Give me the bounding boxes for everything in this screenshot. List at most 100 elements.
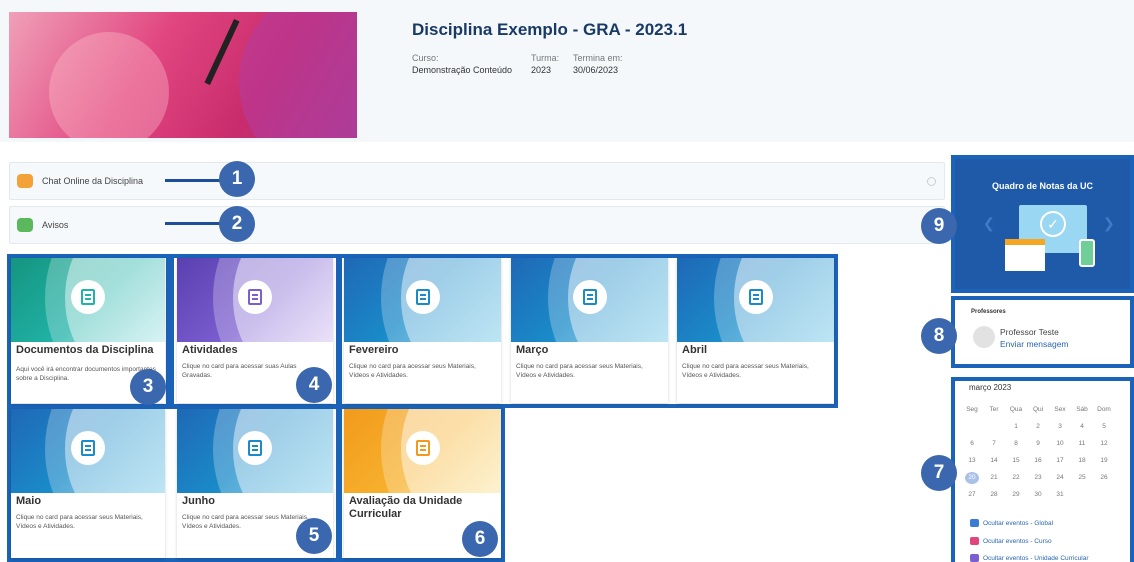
calendar-day[interactable]: 5 xyxy=(1093,418,1115,435)
calendar-day[interactable] xyxy=(983,418,1005,435)
callout-badge-7: 7 xyxy=(921,455,957,491)
hide-uc-events-link[interactable]: Ocultar eventos - Unidade Curricular xyxy=(970,554,1089,562)
card-abril[interactable]: Abril Clique no card para acessar seus M… xyxy=(677,258,834,403)
card-title: Junho xyxy=(182,495,215,507)
curso-value: Demonstração Conteúdo xyxy=(412,65,513,75)
event-filter-label: Ocultar eventos - Global xyxy=(983,519,1054,527)
calendar-day[interactable]: 18 xyxy=(1071,452,1093,469)
curso-label: Curso: xyxy=(412,53,439,63)
quadro-notas-card[interactable]: Quadro de Notas da UC ❮ ❯ ✓ xyxy=(951,155,1134,293)
termina-label: Termina em: xyxy=(573,53,623,63)
calendar-day[interactable]: 3 xyxy=(1049,418,1071,435)
callout-line-2 xyxy=(165,222,227,225)
calendar-day[interactable]: 21 xyxy=(983,469,1005,486)
calendar-day[interactable]: 8 xyxy=(1005,435,1027,452)
card-title: Maio xyxy=(16,495,42,507)
callout-badge-4: 4 xyxy=(296,367,332,403)
calendar-day[interactable]: 11 xyxy=(1071,435,1093,452)
phone-icon xyxy=(1079,239,1095,267)
termina-info: Termina em: 30/06/2023 xyxy=(573,53,623,75)
calendar-day[interactable]: 14 xyxy=(983,452,1005,469)
card-title: Abril xyxy=(682,344,708,356)
weekday-label: Ter xyxy=(989,406,999,413)
document-icon xyxy=(238,431,272,465)
calendar-day[interactable]: 2 xyxy=(1027,418,1049,435)
calendar-day[interactable]: 19 xyxy=(1093,452,1115,469)
send-message-link[interactable]: Enviar mensagem xyxy=(1000,339,1069,349)
callout-badge-1: 1 xyxy=(219,161,255,197)
event-filter-label: Ocultar eventos - Unidade Curricular xyxy=(983,554,1089,562)
turma-info: Turma: 2023 xyxy=(531,53,559,75)
completion-indicator-icon[interactable] xyxy=(927,176,936,186)
calendar-day[interactable]: 28 xyxy=(983,486,1005,503)
calendar-day[interactable]: 7 xyxy=(983,435,1005,452)
edit-document-icon xyxy=(405,431,440,465)
calendar-day[interactable]: 27 xyxy=(961,486,983,503)
chat-online-label: Chat Online da Disciplina xyxy=(42,176,144,186)
calendar-day[interactable]: 16 xyxy=(1027,452,1049,469)
calendar-day[interactable]: 26 xyxy=(1093,469,1115,486)
turma-label: Turma: xyxy=(531,53,560,63)
checklist-icon xyxy=(238,280,272,314)
calendar-day[interactable]: 22 xyxy=(1005,469,1027,486)
calendar-day[interactable]: 9 xyxy=(1027,435,1049,452)
avisos-row[interactable]: Avisos xyxy=(9,206,945,244)
avisos-label: Avisos xyxy=(42,220,69,230)
calendar-month: março 2023 xyxy=(969,383,1012,392)
calendar-day[interactable]: 17 xyxy=(1049,452,1071,469)
event-filter-label: Ocultar eventos - Curso xyxy=(983,537,1052,545)
hide-global-events-link[interactable]: Ocultar eventos - Global xyxy=(970,519,1053,527)
callout-line-1 xyxy=(165,179,227,182)
card-description: Clique no card para acessar seus Materia… xyxy=(682,363,809,379)
calendar-icon xyxy=(1005,239,1045,271)
chat-online-row[interactable]: Chat Online da Disciplina xyxy=(9,162,945,200)
calendar-day[interactable]: 29 xyxy=(1005,486,1027,503)
eye-icon xyxy=(970,537,979,545)
turma-value: 2023 xyxy=(531,65,552,75)
calendar-day-today[interactable]: 20 xyxy=(961,469,983,486)
card-title: Documentos da Disciplina xyxy=(16,344,154,356)
chevron-right-icon: ❯ xyxy=(1103,215,1115,231)
calendar-day[interactable]: 1 xyxy=(1005,418,1027,435)
hide-course-events-link[interactable]: Ocultar eventos - Curso xyxy=(970,537,1052,545)
callout-badge-5: 5 xyxy=(296,518,332,554)
card-maio[interactable]: Maio Clique no card para acessar seus Ma… xyxy=(11,409,165,558)
professores-heading: Professores xyxy=(971,309,1006,315)
calendar-day[interactable]: 31 xyxy=(1049,486,1071,503)
calendar-day[interactable] xyxy=(961,418,983,435)
course-title: Disciplina Exemplo - GRA - 2023.1 xyxy=(412,20,688,39)
quadro-notas-title: Quadro de Notas da UC xyxy=(991,181,1093,191)
calendar-book-icon xyxy=(71,280,105,314)
professor-name[interactable]: Professor Teste xyxy=(1000,327,1059,337)
calendar-day[interactable]: 12 xyxy=(1093,435,1115,452)
calendar-day[interactable]: 4 xyxy=(1071,418,1093,435)
callout-badge-9: 9 xyxy=(921,208,957,244)
card-description: Clique no card para acessar seus Materia… xyxy=(349,363,476,379)
calendar-day[interactable] xyxy=(1093,486,1115,503)
document-icon xyxy=(405,280,440,314)
weekday-label: Qua xyxy=(1009,406,1023,413)
card-title: Fevereiro xyxy=(349,344,399,356)
card-title: Avaliação da Unidade Curricular xyxy=(349,495,463,520)
chevron-left-icon: ❮ xyxy=(983,215,995,231)
calendar-day[interactable] xyxy=(1071,486,1093,503)
professores-block: Professores Professor Teste Enviar mensa… xyxy=(951,296,1134,368)
course-banner-image xyxy=(9,12,357,138)
document-icon xyxy=(71,431,105,465)
weekday-label: Dom xyxy=(1097,406,1111,413)
calendar-day[interactable]: 13 xyxy=(961,452,983,469)
calendar-block: março 2023 Seg Ter Qua Qui Sex Sáb Dom 1… xyxy=(951,377,1134,562)
card-fevereiro[interactable]: Fevereiro Clique no card para acessar se… xyxy=(344,258,501,403)
calendar-day[interactable]: 24 xyxy=(1049,469,1071,486)
calendar-day[interactable]: 30 xyxy=(1027,486,1049,503)
card-title: Atividades xyxy=(182,344,238,356)
callout-badge-2: 2 xyxy=(219,206,255,242)
calendar-day[interactable]: 25 xyxy=(1071,469,1093,486)
calendar-day[interactable]: 10 xyxy=(1049,435,1071,452)
calendar-day[interactable]: 15 xyxy=(1005,452,1027,469)
calendar-day[interactable]: 23 xyxy=(1027,469,1049,486)
weekday-label: Sex xyxy=(1054,406,1066,413)
weekday-label: Sáb xyxy=(1076,406,1088,413)
calendar-day[interactable]: 6 xyxy=(961,435,983,452)
card-marco[interactable]: Março Clique no card para acessar seus M… xyxy=(511,258,668,403)
